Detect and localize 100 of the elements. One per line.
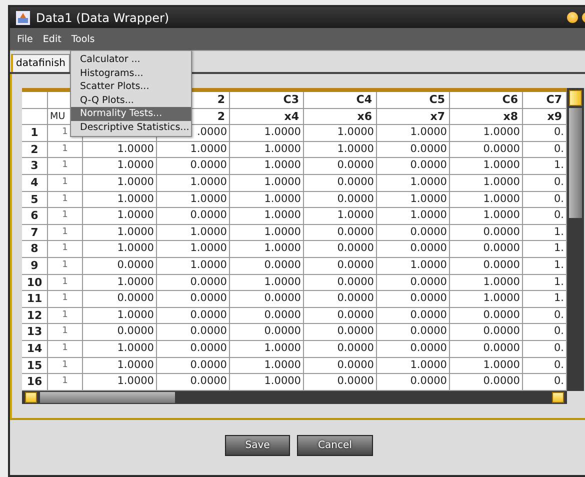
table-cell: 0.0000	[304, 192, 377, 208]
table-cell: 0.0000	[83, 258, 157, 275]
table-cell: 1.0000	[450, 274, 523, 292]
table-cell: 1	[48, 241, 83, 258]
table-cell: 0.0000	[304, 340, 377, 358]
vertical-scrollbar[interactable]	[567, 88, 584, 391]
table-cell: 1.0000	[83, 224, 157, 242]
row-number: 8	[22, 241, 48, 258]
column-header: C6	[450, 92, 523, 109]
column-header: x8	[450, 108, 523, 126]
table-cell: 0.0000	[450, 308, 523, 324]
table-cell: 0.0000	[450, 258, 523, 275]
table-cell: 1.0000	[230, 241, 304, 258]
row-number: 13	[22, 324, 48, 341]
table-cell: 1.0000	[230, 274, 304, 292]
table-cell: 0.0000	[304, 324, 377, 341]
table-cell: 1	[48, 258, 83, 275]
table-cell: 1.0000	[450, 291, 523, 308]
table-cell: 1.0000	[230, 142, 304, 158]
table-cell: 1	[48, 174, 83, 192]
table-cell: 0.0000	[157, 324, 230, 341]
menu-item[interactable]: File	[12, 32, 38, 46]
table-cell: 1	[48, 224, 83, 242]
column-header: C5	[377, 92, 450, 109]
row-number: 11	[22, 291, 48, 308]
menu-item[interactable]: Histograms...	[71, 66, 191, 80]
table-cell: 1	[48, 208, 83, 225]
tab[interactable]: datafinish	[11, 54, 70, 72]
menu-item[interactable]: Edit	[38, 32, 66, 46]
table-cell: 0.0000	[304, 158, 377, 175]
table-cell: 1.0000	[157, 241, 230, 258]
table-cell: 0.0000	[230, 308, 304, 324]
table-cell: 0.0000	[157, 340, 230, 358]
row-number: 7	[22, 224, 48, 242]
table-cell: 1.0000	[230, 208, 304, 225]
horizontal-scrollbar[interactable]	[22, 390, 567, 404]
table-cell: 1.0000	[83, 158, 157, 175]
table-cell: 0.0000	[304, 241, 377, 258]
table-cell: 1.0000	[377, 125, 450, 142]
row-number: 2	[22, 142, 48, 158]
menu-item[interactable]: Scatter Plots...	[71, 80, 191, 94]
table-cell: 0.0000	[157, 208, 230, 225]
column-header: C3	[230, 92, 304, 109]
table-cell: 0.0000	[377, 274, 450, 292]
table-cell: 0.0000	[304, 274, 377, 292]
menu-item[interactable]: Calculator ...	[71, 53, 191, 66]
table-cell: 0.0000	[377, 340, 450, 358]
row-number: 15	[22, 358, 48, 374]
table-cell: 0.0000	[377, 308, 450, 324]
column-header: x6	[304, 108, 377, 126]
table-cell: 1.0000	[157, 192, 230, 208]
table-cell: 0.0000	[304, 224, 377, 242]
table-cell: 1	[48, 142, 83, 158]
row-number: 4	[22, 174, 48, 192]
table-cell: 1.0000	[157, 174, 230, 192]
table-cell: 1	[48, 192, 83, 208]
table-cell: 0.0000	[304, 174, 377, 192]
save-button[interactable]: Save	[225, 435, 290, 456]
table-cell: 0.0000	[450, 340, 523, 358]
row-number: 12	[22, 308, 48, 324]
table-cell: 1.0000	[450, 192, 523, 208]
table-cell: 1.0000	[304, 125, 377, 142]
menu-item[interactable]: Tools	[66, 32, 100, 46]
table-cell: 1.0000	[83, 208, 157, 225]
table-cell: 0.0000	[377, 291, 450, 308]
table-cell: 0.0000	[450, 142, 523, 158]
cancel-button[interactable]: Cancel	[297, 435, 373, 456]
window-title: Data1 (Data Wrapper)	[36, 10, 170, 24]
table-cell: 1.0000	[83, 340, 157, 358]
table-cell: 0.0000	[157, 358, 230, 374]
row-number: 6	[22, 208, 48, 225]
table-cell: 0.0000	[83, 324, 157, 341]
minimize-button[interactable]	[567, 12, 578, 23]
table-cell: 1	[48, 340, 83, 358]
table-cell: 1.0000	[230, 174, 304, 192]
row-number: 10	[22, 274, 48, 292]
table-cell: 1	[48, 308, 83, 324]
table-cell: 1.0000	[230, 358, 304, 374]
table-cell: 1.0000	[230, 340, 304, 358]
table-cell: 1.0000	[230, 158, 304, 175]
table-cell: 0.0000	[304, 358, 377, 374]
table-cell: 1.0000	[157, 258, 230, 275]
table-cell: 0.0000	[377, 241, 450, 258]
table-cell: 1.0000	[450, 208, 523, 225]
table-cell: 0.0000	[230, 324, 304, 341]
menu-item[interactable]: Normality Tests...	[71, 107, 191, 120]
table-cell: 1.0000	[83, 308, 157, 324]
table-cell: 1.0000	[377, 258, 450, 275]
table-cell: 0.0000	[377, 158, 450, 175]
table-cell: 0.0000	[157, 274, 230, 292]
table-cell: 0.0000	[304, 258, 377, 275]
table-cell: 1.0000	[230, 224, 304, 242]
table-cell: 0.0000	[157, 308, 230, 324]
table-cell: 0.0000	[450, 224, 523, 242]
table-cell: 1.0000	[157, 142, 230, 158]
row-number: 14	[22, 340, 48, 358]
table-cell: 1.0000	[83, 358, 157, 374]
table-cell: 0.0000	[450, 241, 523, 258]
table-cell: 1.0000	[230, 192, 304, 208]
table-cell: 1.0000	[304, 208, 377, 225]
